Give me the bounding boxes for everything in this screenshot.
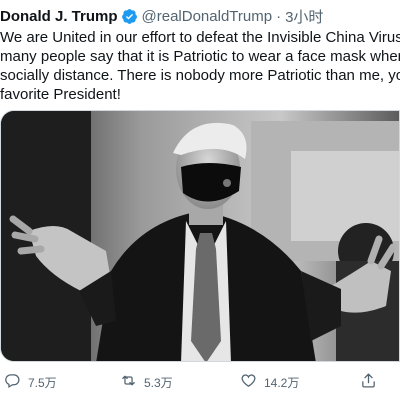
- reply-icon: [4, 372, 21, 392]
- reply-button[interactable]: 7.5万: [4, 372, 57, 392]
- share-button[interactable]: [360, 372, 377, 392]
- tweet-text: We are United in our effort to defeat th…: [0, 28, 400, 104]
- retweet-button[interactable]: 5.3万: [120, 372, 173, 392]
- header-separator: ·: [276, 7, 282, 25]
- tweet: Donald J. Trump @realDonaldTrump · 3小时 W…: [0, 0, 400, 400]
- photo-illustration: [1, 111, 399, 361]
- tweet-actions: 7.5万 5.3万 14.2万: [0, 370, 400, 394]
- author-handle[interactable]: @realDonaldTrump: [142, 8, 273, 25]
- tweet-timestamp[interactable]: 3小时: [285, 6, 323, 27]
- heart-icon: [240, 372, 257, 392]
- tweet-text-line: many people say that it is Patriotic to …: [0, 48, 400, 65]
- like-count: 14.2万: [264, 375, 300, 390]
- tweet-text-line: We are United in our effort to defeat th…: [0, 29, 400, 46]
- tweet-text-line: socially distance. There is nobody more …: [0, 67, 400, 84]
- tweet-header: Donald J. Trump @realDonaldTrump · 3小时: [0, 6, 323, 26]
- tweet-photo[interactable]: [0, 110, 400, 362]
- author-name[interactable]: Donald J. Trump: [0, 8, 118, 25]
- retweet-count: 5.3万: [144, 375, 173, 390]
- verified-badge-icon: [121, 8, 138, 25]
- tweet-text-line: favorite President!: [0, 86, 121, 103]
- share-icon: [360, 372, 377, 392]
- reply-count: 7.5万: [28, 375, 57, 390]
- like-button[interactable]: 14.2万: [240, 372, 299, 392]
- retweet-icon: [120, 372, 137, 392]
